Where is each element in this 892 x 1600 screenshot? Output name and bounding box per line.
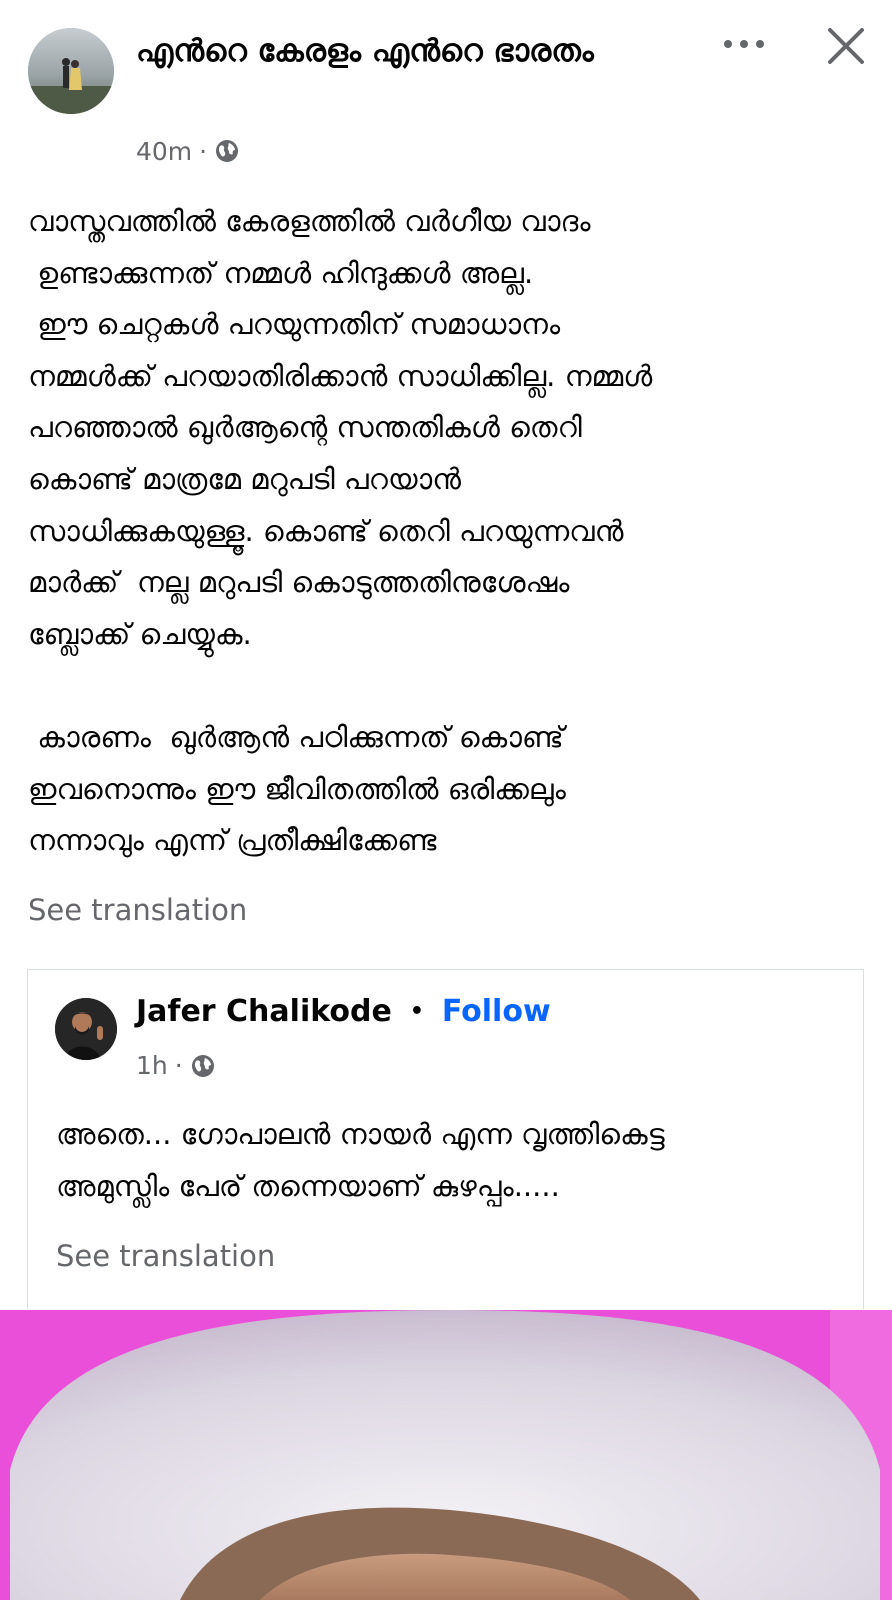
shared-line: അതെ... ഗോപാലൻ നായർ എന്ന വൃത്തികെട്ട [56,1117,665,1151]
post-time[interactable]: 40m [136,137,192,166]
post-line: ഈ ചെറ്റകൾ പറയുന്നതിന് സമാധാനം [28,307,561,342]
shared-user-row: Jafer Chalikode • Follow [136,994,551,1029]
post-line: ബ്ലോക്ക് ചെയ്യുക. [28,616,252,651]
globe-icon [214,138,240,164]
close-icon [828,28,864,64]
user-avatar[interactable] [55,998,117,1060]
page-name[interactable]: എൻറെ കേരളം എൻറെ ഭാരതം [136,26,676,76]
see-translation-link[interactable]: See translation [28,893,247,927]
follow-button[interactable]: Follow [442,994,551,1029]
name-separator: • [409,999,424,1024]
shared-post-card[interactable]: Jafer Chalikode • Follow 1h · അതെ... ഗോപ… [27,969,864,1309]
post-header: എൻറെ കേരളം എൻറെ ഭാരതം 40m · [0,0,892,180]
post-line: കൊണ്ട് മാത്രമേ മറുപടി പറയാൻ [28,461,461,496]
meta-dot: · [199,136,208,166]
post-text: വാസ്തവത്തിൽ കേരളത്തിൽ വർഗീയ വാദം ഉണ്ടാക്… [28,196,868,867]
post-line: നമ്മൾക്ക് പറയാതിരിക്കാൻ സാധിക്കില്ല. നമ്… [28,358,653,393]
user-name[interactable]: Jafer Chalikode [136,994,392,1029]
close-button[interactable] [818,18,874,74]
post-line: കാരണം ഖുർആൻ പഠിക്കുന്നത് കൊണ്ട് [28,719,564,754]
page-avatar[interactable] [28,28,114,114]
post-photo[interactable] [0,1310,892,1600]
post-line: നന്നാവും എന്ന് പ്രതീക്ഷിക്കേണ്ട [28,823,437,858]
post-line: ഇവനൊന്നും ഈ ജീവിതത്തിൽ ഒരിക്കലും [28,771,566,806]
post-line: സാധിക്കുകയുള്ളൂ. കൊണ്ട് തെറി പറയുന്നവൻ [28,513,624,548]
post-line: പറഞ്ഞാൽ ഖുർആന്റെ സന്തതികൾ തെറി [28,410,582,445]
shared-meta: 1h · [136,1051,216,1080]
shared-post-text: അതെ... ഗോപാലൻ നായർ എന്ന വൃത്തികെട്ട അമുസ… [56,1108,856,1212]
meta-dot: · [174,1051,183,1080]
shared-see-translation-link[interactable]: See translation [56,1239,275,1273]
shared-time[interactable]: 1h [136,1051,168,1080]
more-dots-icon [724,40,764,48]
post-line: മാർക്ക് നല്ല മറുപടി കൊടുത്തതിനുശേഷം [28,565,570,600]
more-options-button[interactable] [716,22,772,66]
post-line: ഉണ്ടാക്കുന്നത് നമ്മൾ ഹിന്ദുക്കൾ അല്ല. [28,255,534,290]
globe-icon [190,1053,216,1079]
shared-line: അമുസ്ലിം പേര് തന്നെയാണ് കുഴപ്പം..... [56,1169,560,1203]
post-meta: 40m · [136,133,240,169]
post-line: വാസ്തവത്തിൽ കേരളത്തിൽ വർഗീയ വാദം [28,204,591,238]
photo-image [0,1310,892,1600]
